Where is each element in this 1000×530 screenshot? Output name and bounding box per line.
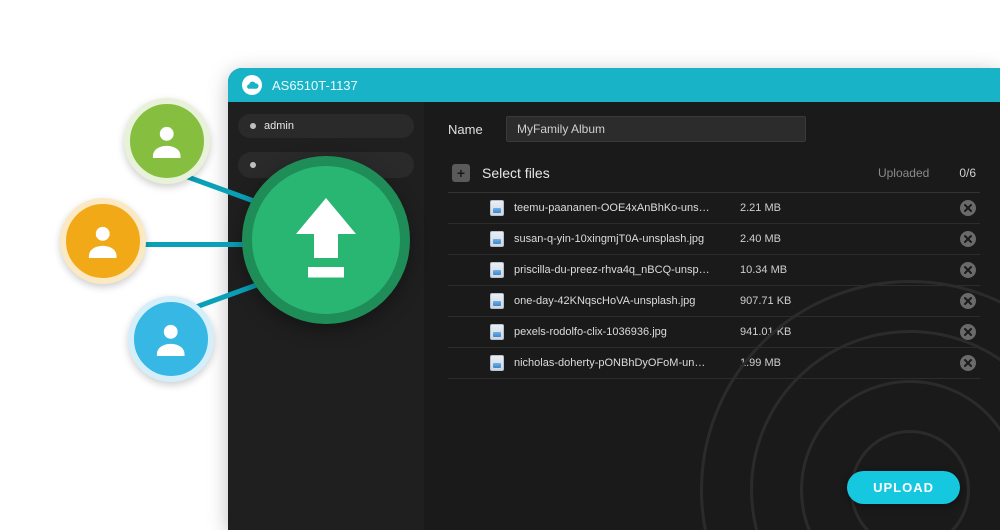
remove-file-button[interactable]: [960, 355, 976, 371]
file-size: 2.40 MB: [740, 233, 810, 245]
select-files-title: Select files: [482, 165, 866, 181]
sidebar-user-label: admin: [264, 120, 294, 132]
name-row: Name: [448, 116, 980, 142]
file-row: nicholas-doherty-pONBhDyOFoM-un… 1.99 MB: [448, 348, 980, 379]
cloud-icon: [242, 75, 262, 95]
file-icon: [490, 324, 504, 340]
file-row: teemu-paananen-OOE4xAnBhKo-uns… 2.21 MB: [448, 193, 980, 224]
add-files-button[interactable]: +: [452, 164, 470, 182]
file-icon: [490, 262, 504, 278]
file-row: priscilla-du-preez-rhva4q_nBCQ-unsp… 10.…: [448, 255, 980, 286]
person-icon: [128, 296, 214, 382]
file-name: teemu-paananen-OOE4xAnBhKo-uns…: [514, 202, 730, 214]
uploaded-count: 0/6: [959, 166, 976, 180]
remove-file-button[interactable]: [960, 200, 976, 216]
uploaded-label: Uploaded: [878, 166, 929, 180]
file-list: teemu-paananen-OOE4xAnBhKo-uns… 2.21 MB …: [448, 193, 980, 379]
sidebar-item-blank[interactable]: [238, 152, 414, 178]
file-name: priscilla-du-preez-rhva4q_nBCQ-unsp…: [514, 264, 730, 276]
file-name: nicholas-doherty-pONBhDyOFoM-un…: [514, 357, 730, 369]
file-row: pexels-rodolfo-clix-1036936.jpg 941.01 K…: [448, 317, 980, 348]
upload-button[interactable]: UPLOAD: [847, 471, 960, 504]
sidebar: admin: [228, 102, 424, 530]
window-title: AS6510T-1137: [272, 78, 358, 93]
file-size: 10.34 MB: [740, 264, 810, 276]
main-panel: Name + Select files Uploaded 0/6 teemu-p…: [424, 102, 1000, 530]
remove-file-button[interactable]: [960, 262, 976, 278]
file-row: susan-q-yin-10xingmjT0A-unsplash.jpg 2.4…: [448, 224, 980, 255]
upload-window: AS6510T-1137 admin Name + Select files U…: [228, 68, 1000, 530]
file-size: 2.21 MB: [740, 202, 810, 214]
window-titlebar: AS6510T-1137: [228, 68, 1000, 102]
file-size: 907.71 KB: [740, 295, 810, 307]
file-icon: [490, 200, 504, 216]
file-row: one-day-42KNqscHoVA-unsplash.jpg 907.71 …: [448, 286, 980, 317]
remove-file-button[interactable]: [960, 231, 976, 247]
file-icon: [490, 293, 504, 309]
album-name-input[interactable]: [506, 116, 806, 142]
file-icon: [490, 355, 504, 371]
sidebar-item-user[interactable]: admin: [238, 114, 414, 138]
select-files-header: + Select files Uploaded 0/6: [448, 156, 980, 193]
file-size: 1.99 MB: [740, 357, 810, 369]
file-name: pexels-rodolfo-clix-1036936.jpg: [514, 326, 730, 338]
file-icon: [490, 231, 504, 247]
file-size: 941.01 KB: [740, 326, 810, 338]
file-name: one-day-42KNqscHoVA-unsplash.jpg: [514, 295, 730, 307]
remove-file-button[interactable]: [960, 293, 976, 309]
name-label: Name: [448, 122, 492, 137]
file-name: susan-q-yin-10xingmjT0A-unsplash.jpg: [514, 233, 730, 245]
person-icon: [60, 198, 146, 284]
status-dot-icon: [250, 123, 256, 129]
status-dot-icon: [250, 162, 256, 168]
person-icon: [124, 98, 210, 184]
remove-file-button[interactable]: [960, 324, 976, 340]
